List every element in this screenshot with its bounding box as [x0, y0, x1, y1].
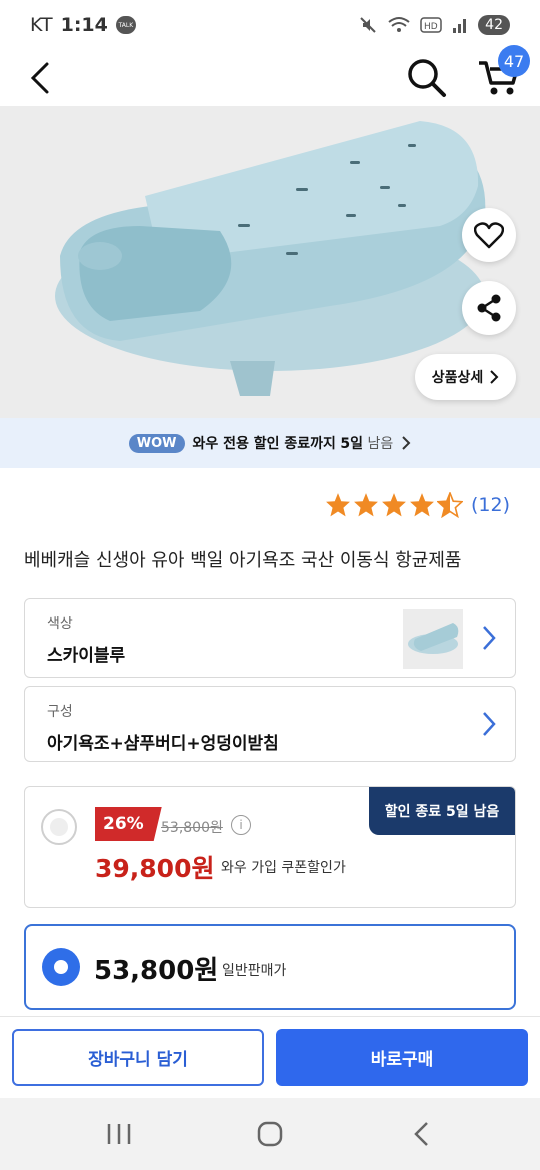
share-icon: [477, 294, 501, 322]
heart-icon: [474, 222, 504, 249]
normal-price-label: 일반판매가: [222, 963, 287, 979]
wow-badge: WOW: [128, 433, 185, 453]
home-icon[interactable]: [256, 1120, 284, 1148]
top-bar: 47: [0, 45, 540, 106]
normal-price: 53,800원: [94, 956, 219, 986]
carrier: KT: [30, 14, 53, 36]
cart-button[interactable]: 47: [476, 45, 530, 99]
back-button[interactable]: [20, 58, 60, 98]
search-button[interactable]: [404, 55, 448, 99]
info-icon[interactable]: i: [231, 815, 251, 835]
svg-text:HD: HD: [424, 22, 438, 32]
option-composition[interactable]: 구성 아기욕조+샴푸버디+엉덩이받침: [24, 686, 516, 762]
status-bar: KT 1:14 TALK HD 42: [0, 0, 540, 50]
wifi-icon: [388, 17, 410, 32]
bathtub-thumbnail-image: [403, 609, 463, 669]
star-full-icon: [382, 493, 406, 517]
product-detail-button[interactable]: 상품상세: [415, 354, 516, 400]
option-label: 구성: [47, 704, 73, 720]
coupon-price-label: 와우 가입 쿠폰할인가: [221, 860, 346, 876]
recent-apps-icon[interactable]: [104, 1120, 134, 1148]
bottom-action-bar: 장바구니 담기 바로구매: [0, 1016, 540, 1098]
chevron-right-icon: [402, 436, 411, 450]
option-color[interactable]: 색상 스카이블루: [24, 598, 516, 678]
wow-banner-text: 와우 전용 할인 종료까지: [192, 436, 336, 452]
normal-price-option[interactable]: 53,800원 일반판매가: [24, 924, 516, 1010]
back-nav-icon[interactable]: [410, 1120, 434, 1148]
signal-icon: [453, 19, 467, 33]
system-nav-bar: [0, 1098, 540, 1170]
wow-price-option[interactable]: 26% 53,800원 i 39,800원 와우 가입 쿠폰할인가 할인 종료 …: [24, 786, 516, 908]
sale-price: 39,800원: [95, 854, 215, 883]
original-price: 53,800원: [161, 820, 223, 836]
discount-end-ribbon: 할인 종료 5일 남음: [369, 787, 515, 835]
product-detail-label: 상품상세: [431, 370, 484, 386]
talk-icon: TALK: [115, 16, 136, 34]
star-full-icon: [410, 493, 434, 517]
wow-discount-banner[interactable]: WOW 와우 전용 할인 종료까지 5일 남음: [0, 418, 540, 468]
option-label: 색상: [47, 616, 73, 632]
radio-unselected[interactable]: [41, 809, 77, 845]
wow-banner-suffix: 남음: [367, 436, 394, 452]
option-value: 스카이블루: [47, 646, 126, 666]
product-image[interactable]: 상품상세: [0, 106, 540, 418]
star-half-icon: [436, 492, 463, 518]
hd-icon: HD: [420, 17, 442, 33]
search-icon: [408, 59, 446, 97]
clock: 1:14: [60, 14, 108, 36]
option-thumbnail: [403, 609, 463, 669]
star-full-icon: [326, 493, 350, 517]
chevron-left-icon: [30, 62, 49, 94]
review-count[interactable]: (12): [471, 494, 510, 516]
option-value: 아기욕조+샴푸버디+엉덩이받침: [47, 734, 279, 754]
rating[interactable]: (12): [325, 492, 510, 518]
buy-now-button[interactable]: 바로구매: [276, 1029, 528, 1086]
share-button[interactable]: [462, 281, 516, 335]
wow-banner-days: 5일: [340, 436, 363, 452]
chevron-right-icon: [490, 370, 499, 384]
product-title: 베베캐슬 신생아 유아 백일 아기욕조 국산 이동식 항균제품: [24, 550, 462, 571]
cart-count-badge: 47: [498, 45, 530, 77]
add-to-cart-button[interactable]: 장바구니 담기: [12, 1029, 264, 1086]
star-full-icon: [354, 493, 378, 517]
radio-selected[interactable]: [42, 948, 80, 986]
chevron-right-icon: [483, 712, 496, 736]
wishlist-button[interactable]: [462, 208, 516, 262]
battery-level: 42: [478, 15, 510, 35]
chevron-right-icon: [483, 626, 496, 650]
discount-badge: 26%: [95, 807, 162, 841]
mute-icon: [360, 17, 376, 33]
